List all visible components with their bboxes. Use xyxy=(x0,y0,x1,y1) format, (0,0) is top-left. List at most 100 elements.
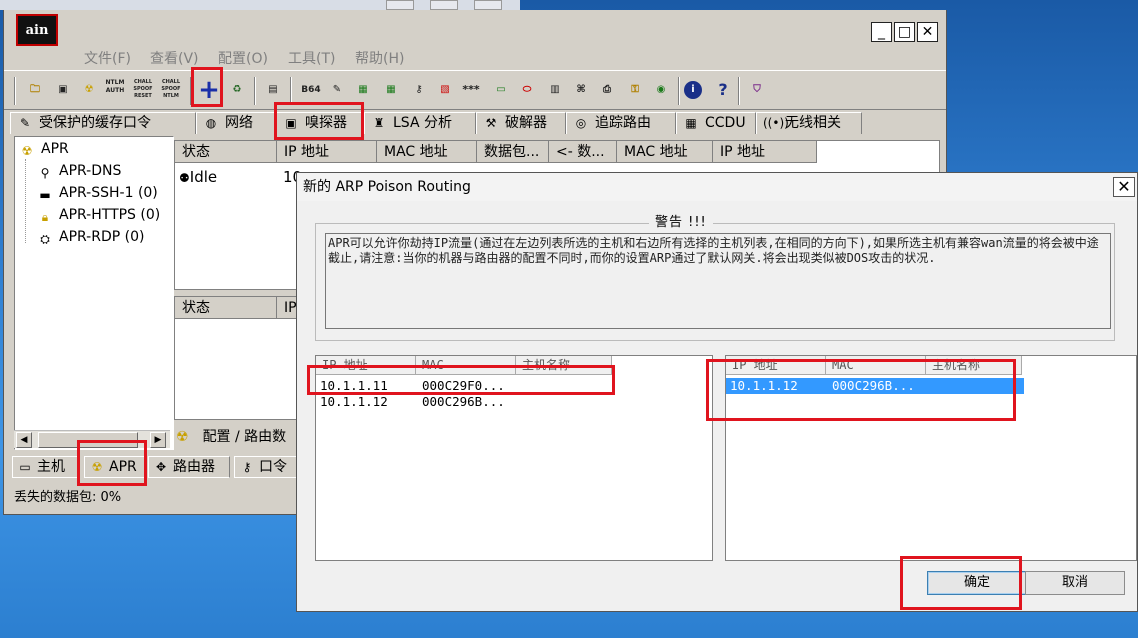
tree-item-apr-dns[interactable]: ⚲ APR-DNS xyxy=(37,163,122,181)
tab-apr[interactable]: ☢ APR xyxy=(84,456,146,478)
maximize-button[interactable]: □ xyxy=(894,22,915,42)
right-col-hostname[interactable]: 主机名称 xyxy=(926,356,1022,375)
menu-config[interactable]: 配置(O) xyxy=(218,48,268,68)
col-status[interactable]: 状态 xyxy=(175,141,277,163)
tab-network[interactable]: ◍ 网络 xyxy=(196,112,276,134)
table-row[interactable]: 10.1.1.12 000C296B... xyxy=(316,394,712,410)
col-ip[interactable]: IP 地址 xyxy=(277,141,377,163)
scroll-thumb[interactable] xyxy=(38,432,138,448)
radiation-icon: ☢ xyxy=(91,460,103,474)
minimize-button[interactable]: _ xyxy=(871,22,892,42)
tab-passwords[interactable]: ⚷ 口令 xyxy=(234,456,304,478)
dialog-title: 新的 ARP Poison Routing xyxy=(297,173,1137,201)
mdi-controls: _ □ ✕ xyxy=(871,22,938,42)
menu-view[interactable]: 查看(V) xyxy=(150,48,199,68)
tab-sniffer[interactable]: ▣ 嗅探器 xyxy=(276,112,364,134)
col-status-bottom[interactable]: 状态 xyxy=(175,297,277,319)
tab-wireless[interactable]: ((•)) 无线相关 xyxy=(756,112,862,134)
hash-icon[interactable]: ✎ xyxy=(326,79,348,101)
col-mac-2[interactable]: MAC 地址 xyxy=(617,141,713,163)
rc-icon[interactable]: ▧ xyxy=(434,79,456,101)
chall-spoof-ntlm-icon[interactable]: CHALL SPOOF NTLM xyxy=(160,79,182,101)
cain-logo: ain xyxy=(16,14,58,46)
radiation-icon: ☢ xyxy=(21,144,33,158)
right-host-table[interactable]: IP 地址 MAC 主机名称 10.1.1.12 000C296B... xyxy=(725,355,1137,561)
tab-traceroute[interactable]: ◎ 追踪路由 xyxy=(566,112,676,134)
terminal-icon[interactable]: ▭ xyxy=(490,79,512,101)
scroll-left-icon[interactable]: ◀ xyxy=(16,432,32,448)
exit-icon[interactable]: ⛉ xyxy=(746,79,768,101)
sniffer-toggle-icon[interactable]: ▣ xyxy=(52,79,74,101)
open-folder-icon[interactable]: 🗀 xyxy=(24,79,46,101)
trash-icon[interactable]: ♻ xyxy=(226,79,248,101)
help-icon[interactable]: ? xyxy=(712,79,734,101)
scroll-right-icon[interactable]: ▶ xyxy=(150,432,166,448)
sniffer-icon: ▣ xyxy=(285,116,297,130)
wireless-icon[interactable]: ◉ xyxy=(650,79,672,101)
tree-item-apr-ssh[interactable]: ▬ APR-SSH-1 (0) xyxy=(37,185,157,203)
tab-routers[interactable]: ✥ 路由器 xyxy=(148,456,230,478)
menu-tools[interactable]: 工具(T) xyxy=(288,48,335,68)
left-col-ip[interactable]: IP 地址 xyxy=(316,356,416,375)
record-icon[interactable]: ⬭ xyxy=(516,79,538,101)
bg-maximize-button[interactable] xyxy=(430,0,458,10)
col-mac[interactable]: MAC 地址 xyxy=(377,141,477,163)
info-icon[interactable]: i xyxy=(684,81,702,99)
ntlm-auth-icon[interactable]: NTLM AUTH xyxy=(104,79,126,101)
wireless-tab-icon: ((•)) xyxy=(763,116,789,130)
tab-ccdu[interactable]: ▦ CCDU xyxy=(676,112,756,134)
add-icon[interactable]: + xyxy=(198,77,220,103)
toolbar: 🗀 ▣ ☢ NTLM AUTH CHALL SPOOF RESET CHALL … xyxy=(4,70,946,110)
main-tab-strip: ✎ 受保护的缓存口令 ◍ 网络 ▣ 嗅探器 ♜ LSA 分析 ⚒ 破解器 ◎ 追踪路由 ▦ C… xyxy=(10,110,940,134)
right-col-mac[interactable]: MAC xyxy=(826,356,926,375)
tree-hscrollbar[interactable]: ◀ ▶ xyxy=(14,430,170,448)
tab-cached-passwords[interactable]: ✎ 受保护的缓存口令 xyxy=(10,112,196,134)
col-packets[interactable]: 数据包... xyxy=(477,141,549,163)
cert-icon[interactable]: ⎙ xyxy=(596,79,618,101)
dialog-close-button[interactable]: ✕ xyxy=(1113,177,1135,197)
bg-close-button[interactable] xyxy=(474,0,502,10)
scan-icon[interactable]: ▤ xyxy=(262,79,284,101)
cracker-icon: ⚒ xyxy=(485,116,497,130)
network-icon[interactable]: ⌘ xyxy=(570,79,592,101)
col-packets-in[interactable]: <- 数... xyxy=(549,141,617,163)
bg-minimize-button[interactable] xyxy=(386,0,414,10)
tree-item-apr-rdp[interactable]: ⛭ APR-RDP (0) xyxy=(37,229,144,247)
key-icon[interactable]: ⚷ xyxy=(408,79,430,101)
row-ip: 10.1.1.12 xyxy=(320,394,388,409)
apr-bottom-list: 状态 IP xyxy=(174,296,305,420)
right-col-ip[interactable]: IP 地址 xyxy=(726,356,826,375)
tab-hosts[interactable]: ▭ 主机 xyxy=(12,456,78,478)
left-host-table[interactable]: IP 地址 MAC 主机名称 10.1.1.11 000C29F0... 10.… xyxy=(315,355,713,561)
left-col-hostname[interactable]: 主机名称 xyxy=(516,356,612,375)
terminal-icon: ▬ xyxy=(39,188,51,202)
ccdu-icon: ▦ xyxy=(685,116,697,130)
password-stars-icon[interactable]: *** xyxy=(460,79,482,101)
vpn-icon[interactable]: ▦ xyxy=(380,79,402,101)
ok-button[interactable]: 确定 xyxy=(927,571,1027,595)
config-route-label: ☢ 配置 / 路由数 xyxy=(176,429,287,445)
cancel-button[interactable]: 取消 xyxy=(1025,571,1125,595)
table-row-selected[interactable]: 10.1.1.12 000C296B... xyxy=(726,378,1024,394)
close-button[interactable]: ✕ xyxy=(917,22,938,42)
calculator-icon[interactable]: ▥ xyxy=(544,79,566,101)
row-mac: 000C29F0... xyxy=(422,378,505,393)
menu-file[interactable]: 文件(F) xyxy=(84,48,131,68)
tree-item-apr-https[interactable]: 🔒︎ APR-HTTPS (0) xyxy=(37,207,160,225)
lock-icon[interactable]: ⚿ xyxy=(624,79,646,101)
dns-icon: ⚲ xyxy=(40,166,50,180)
chall-spoof-reset-icon[interactable]: CHALL SPOOF RESET xyxy=(132,79,154,101)
bottom-tab-strip: ▭ 主机 ☢ APR ✥ 路由器 ⚷ 口令 xyxy=(10,456,310,480)
password-icon: ⚷ xyxy=(242,460,252,474)
menu-help[interactable]: 帮助(H) xyxy=(355,48,404,68)
base64-icon[interactable]: B64 xyxy=(300,79,322,101)
col-ip-2[interactable]: IP 地址 xyxy=(713,141,817,163)
left-col-mac[interactable]: MAC xyxy=(416,356,516,375)
tab-cracker[interactable]: ⚒ 破解器 xyxy=(476,112,566,134)
dump-icon[interactable]: ▦ xyxy=(352,79,374,101)
table-row[interactable]: 10.1.1.11 000C29F0... xyxy=(316,378,712,394)
row-mac: 000C296B... xyxy=(422,394,505,409)
tab-lsa[interactable]: ♜ LSA 分析 xyxy=(364,112,476,134)
tree-item-apr[interactable]: ☢ APR xyxy=(19,141,69,159)
radiation-icon[interactable]: ☢ xyxy=(78,79,100,101)
